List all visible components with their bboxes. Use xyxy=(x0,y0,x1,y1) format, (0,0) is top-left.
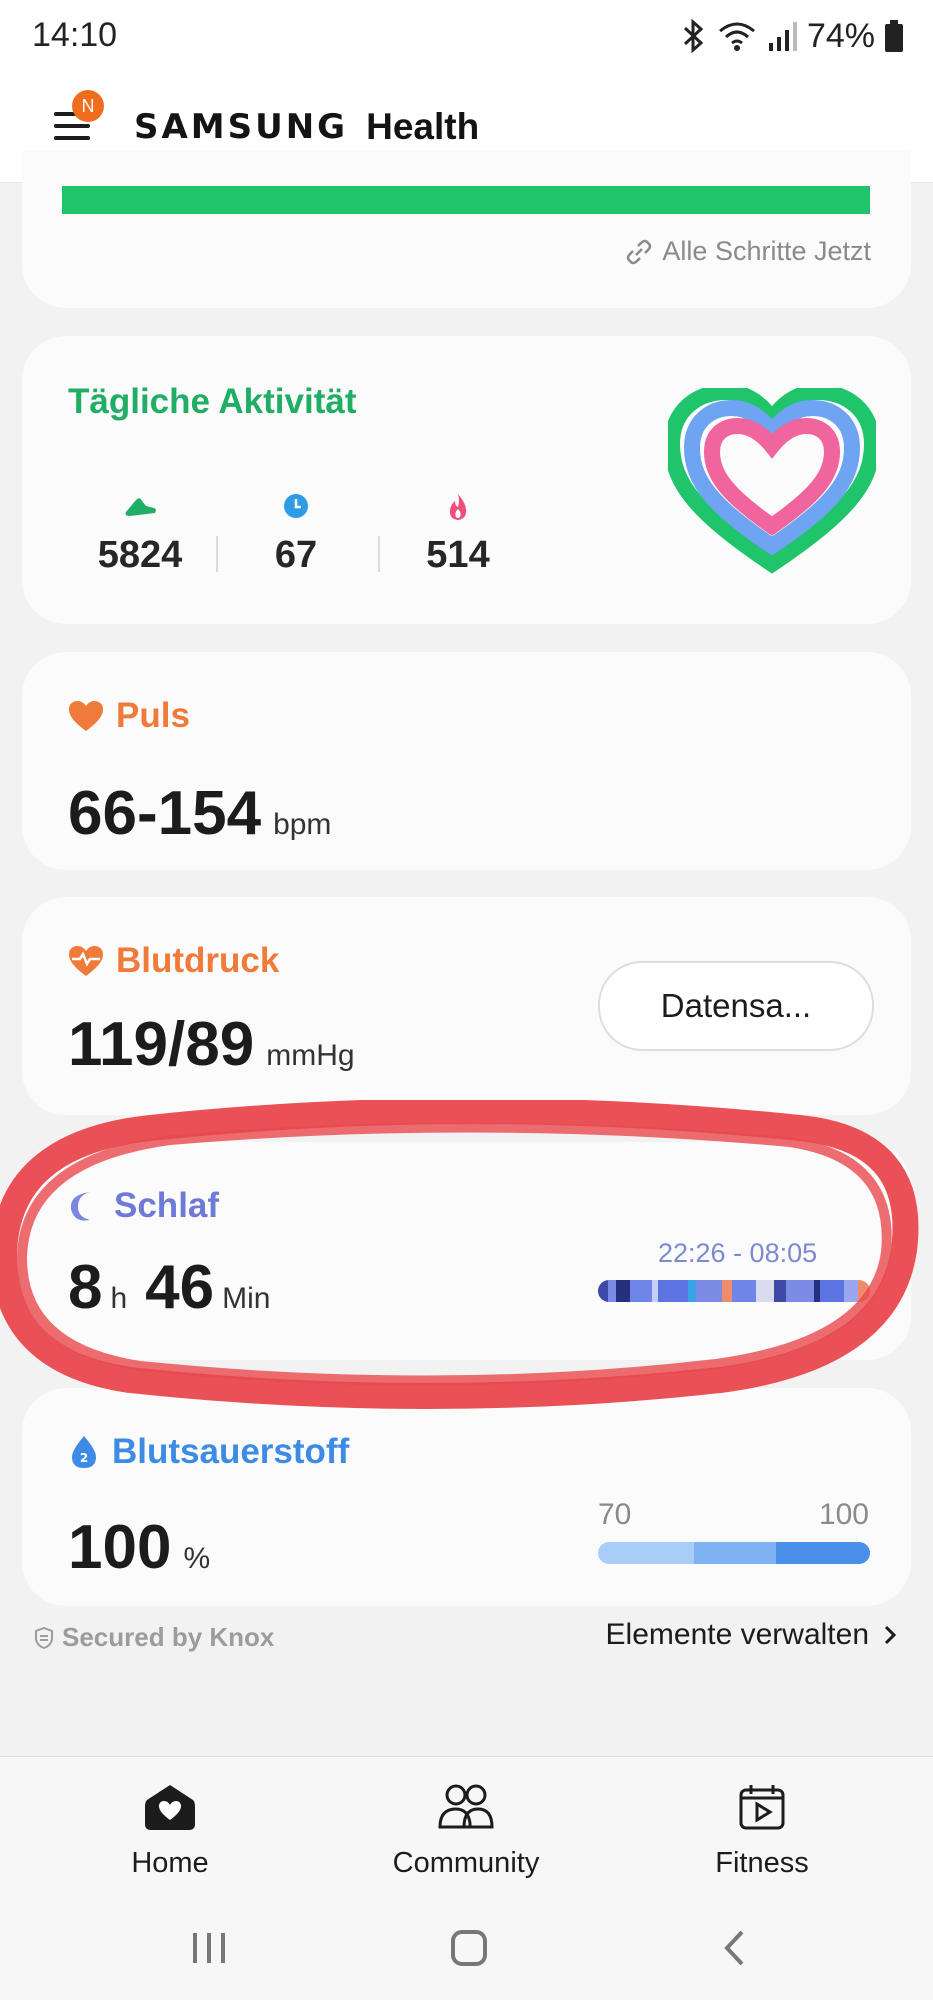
sleep-title: Schlaf xyxy=(114,1186,220,1225)
heart-icon xyxy=(69,701,103,731)
sleep-card[interactable]: Schlaf 8 h 46 Min 22:26 - 08:05 xyxy=(22,1142,911,1360)
sleep-minutes: 46 xyxy=(145,1253,215,1322)
home-icon xyxy=(145,1785,195,1830)
sleep-value-row: 8 h 46 Min xyxy=(68,1252,270,1323)
oxygen-unit: % xyxy=(183,1542,211,1575)
activity-steps-metric: 5824 xyxy=(72,492,208,577)
pulse-title: Puls xyxy=(116,696,190,735)
knox-shield-icon xyxy=(35,1626,53,1649)
sleep-title-row: Schlaf xyxy=(68,1186,219,1226)
nav-home-label: Home xyxy=(131,1847,209,1879)
nav-community[interactable]: Community xyxy=(356,1777,576,1880)
oxygen-title-row: 2 Blutsauerstoff xyxy=(68,1432,349,1472)
heart-pulse-icon xyxy=(69,946,103,976)
bp-unit: mmHg xyxy=(266,1039,355,1072)
manage-items-label: Elemente verwalten xyxy=(605,1618,869,1651)
oxygen-title: Blutsauerstoff xyxy=(112,1432,350,1471)
moon-icon xyxy=(70,1192,90,1221)
community-icon xyxy=(438,1784,494,1829)
oxygen-range-bar xyxy=(598,1542,870,1564)
link-icon xyxy=(627,239,652,264)
bp-value-row: 119/89 mmHg xyxy=(68,1009,355,1080)
notification-badge: N xyxy=(72,90,104,122)
activity-heart-icon xyxy=(668,388,876,574)
menu-icon-line xyxy=(54,136,90,140)
oxygen-value-row: 100 % xyxy=(68,1512,210,1583)
pulse-card[interactable]: Puls 66-154 bpm xyxy=(22,652,911,870)
sleep-hours: 8 xyxy=(68,1253,103,1322)
activity-calories-value: 514 xyxy=(426,534,490,576)
activity-steps-value: 5824 xyxy=(97,534,183,576)
clock-icon xyxy=(284,494,308,518)
sleep-hours-unit: h xyxy=(110,1282,128,1315)
pulse-title-row: Puls xyxy=(68,696,190,736)
sleep-time-range: 22:26 - 08:05 xyxy=(658,1238,818,1268)
shoe-icon xyxy=(125,498,156,516)
bluetooth-icon xyxy=(683,19,704,53)
wifi-icon xyxy=(718,22,755,51)
battery-icon xyxy=(885,20,903,52)
fitness-calendar-icon xyxy=(739,1785,785,1830)
daily-activity-card[interactable]: Tägliche Aktivität 5824 67 514 xyxy=(22,336,911,624)
bp-value: 119/89 xyxy=(68,1010,255,1079)
oxygen-range-min: 70 xyxy=(598,1498,632,1531)
oxygen-value: 100 xyxy=(68,1513,172,1582)
knox-label-row: Secured by Knox xyxy=(34,1622,274,1653)
activity-minutes-value: 67 xyxy=(274,534,318,576)
menu-button[interactable]: N xyxy=(50,90,104,148)
knox-label: Secured by Knox xyxy=(62,1622,275,1652)
pulse-value: 66-154 xyxy=(68,779,262,848)
nav-community-label: Community xyxy=(392,1847,540,1879)
chevron-right-icon xyxy=(884,1625,897,1645)
status-icons: 74% xyxy=(681,16,903,56)
metric-divider xyxy=(216,536,218,572)
app-logo: SAMSUNG Health xyxy=(134,102,479,152)
back-chevron-icon xyxy=(724,1930,744,1966)
blood-oxygen-card[interactable]: 2 Blutsauerstoff 100 % 70 100 xyxy=(22,1388,911,1606)
all-steps-label: Alle Schritte Jetzt xyxy=(662,236,871,266)
system-navigation xyxy=(0,1896,933,2000)
recent-apps-button[interactable] xyxy=(184,1926,234,1970)
steps-card[interactable]: Alle Schritte Jetzt xyxy=(22,150,911,308)
activity-calories-metric: 514 xyxy=(390,492,526,577)
home-system-button[interactable] xyxy=(446,1926,492,1970)
record-data-button[interactable]: Datensa... xyxy=(598,961,874,1051)
brand-health: Health xyxy=(366,106,480,147)
sleep-stages-bar xyxy=(598,1280,870,1302)
oxygen-range-max: 100 xyxy=(818,1498,869,1531)
nav-fitness-label: Fitness xyxy=(715,1847,809,1879)
activity-minutes-metric: 67 xyxy=(228,492,364,577)
back-button[interactable] xyxy=(714,1926,754,1970)
oxygen-drop-icon: 2 xyxy=(72,1436,96,1468)
steps-progress-bar xyxy=(62,186,870,214)
bp-title-row: Blutdruck xyxy=(68,941,279,981)
blood-pressure-card[interactable]: Blutdruck 119/89 mmHg Datensa... xyxy=(22,897,911,1115)
menu-icon-line xyxy=(54,124,90,128)
metric-divider xyxy=(378,536,380,572)
manage-items-link[interactable]: Elemente verwalten xyxy=(606,1618,897,1652)
all-steps-link[interactable]: Alle Schritte Jetzt xyxy=(626,236,871,267)
brand-samsung: SAMSUNG xyxy=(134,107,349,147)
activity-title: Tägliche Aktivität xyxy=(68,382,357,421)
nav-home[interactable]: Home xyxy=(60,1777,280,1880)
signal-icon xyxy=(768,22,797,51)
flame-icon xyxy=(449,494,467,520)
battery-percent: 74% xyxy=(806,16,875,55)
status-time: 14:10 xyxy=(32,16,118,54)
pulse-unit: bpm xyxy=(273,808,332,841)
nav-fitness[interactable]: Fitness xyxy=(652,1777,872,1880)
home-square-icon xyxy=(451,1930,487,1966)
svg-text:2: 2 xyxy=(80,1451,88,1465)
pulse-value-row: 66-154 bpm xyxy=(68,778,331,849)
bp-title: Blutdruck xyxy=(116,941,280,980)
recent-apps-icon xyxy=(193,1933,225,1963)
status-bar: 14:10 74% xyxy=(0,0,933,72)
bottom-navigation: Home Community Fitness xyxy=(0,1756,933,1897)
sleep-minutes-unit: Min xyxy=(222,1282,271,1315)
